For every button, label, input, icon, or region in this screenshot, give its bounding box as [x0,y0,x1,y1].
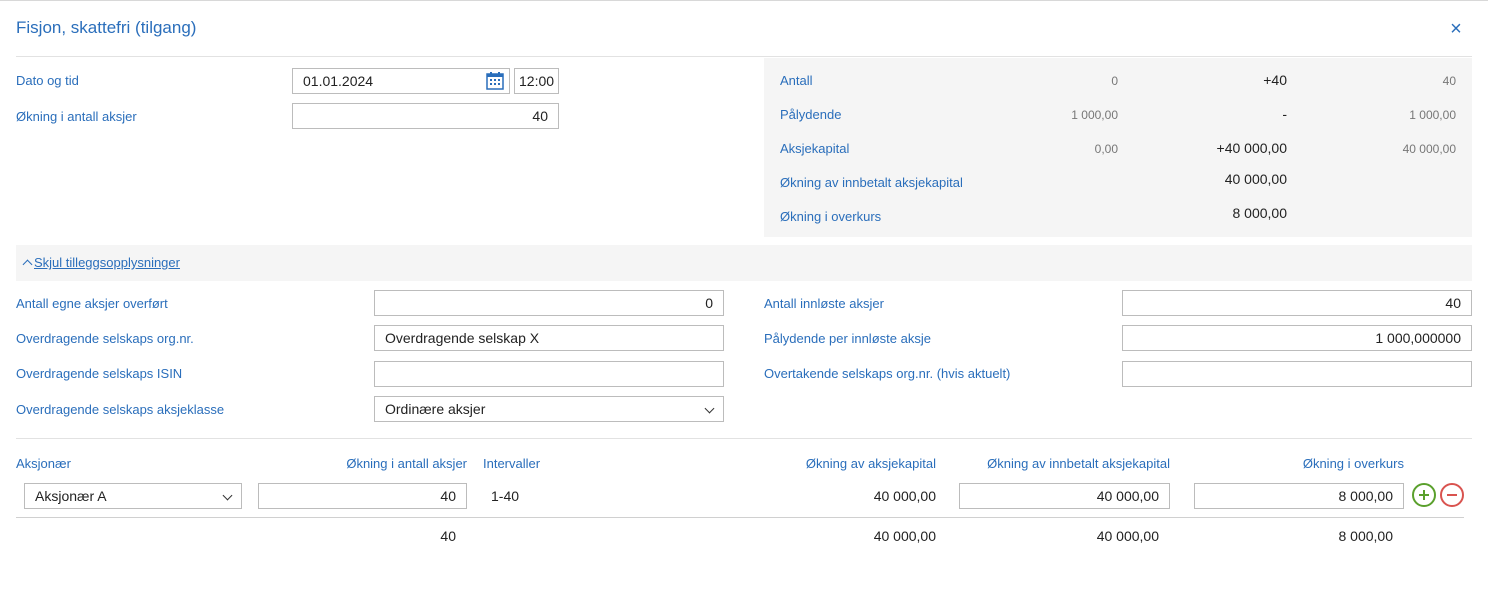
total-paid-in: 40 000,00 [1096,528,1159,544]
summary-after-aksjekapital: 40 000,00 [1402,142,1456,156]
transferor-org-input[interactable]: Overdragende selskap X [374,325,724,351]
time-input[interactable]: 12:00 [514,68,559,94]
totals-divider [16,517,1464,518]
summary-before-palydende: 1 000,00 [1071,108,1118,122]
holder-increase-value: 40 [440,488,456,504]
holder-select[interactable]: Aksjonær A [24,483,242,509]
col-header-intervals: Intervaller [483,456,541,471]
chevron-down-icon [704,403,715,414]
transferor-isin-input[interactable] [374,361,724,387]
summary-label-overkurs: Økning i overkurs [780,209,882,224]
increase-value: 40 [532,108,548,124]
increase-input[interactable]: 40 [292,103,559,129]
acquirer-org-label: Overtakende selskaps org.nr. (hvis aktue… [764,366,1011,381]
chevron-down-icon [222,490,233,501]
increase-label: Økning i antall aksjer [16,109,137,124]
summary-change-innbetalt: 40 000,00 [1224,171,1287,187]
nominal-redeemed-label: Pålydende per innløste aksje [764,331,931,346]
transferor-class-select[interactable]: Ordinære aksjer [374,396,724,422]
col-header-capital: Økning av aksjekapital [805,456,936,471]
redeemed-input[interactable]: 40 [1122,290,1472,316]
total-increase: 40 [440,528,456,544]
own-shares-input[interactable]: 0 [374,290,724,316]
own-shares-label: Antall egne aksjer overført [16,296,168,311]
date-label: Dato og tid [16,73,79,88]
transferor-class-value: Ordinære aksjer [385,401,486,417]
transferor-class-label: Overdragende selskaps aksjeklasse [16,402,225,417]
top-border [0,0,1488,1]
summary-label-aksjekapital: Aksjekapital [780,141,850,156]
col-header-holder: Aksjonær [16,456,71,471]
summary-label-antall: Antall [780,73,813,88]
calendar-icon[interactable] [485,71,505,91]
summary-change-palydende: - [1282,106,1287,122]
summary-change-aksjekapital: +40 000,00 [1216,140,1287,156]
nominal-redeemed-input[interactable]: 1 000,000000 [1122,325,1472,351]
redeemed-label: Antall innløste aksjer [764,296,884,311]
summary-after-palydende: 1 000,00 [1409,108,1456,122]
transferor-isin-label: Overdragende selskaps ISIN [16,366,183,381]
header-divider [16,56,1472,57]
col-header-paid-in: Økning av innbetalt aksjekapital [987,456,1170,471]
plus-circle-icon[interactable] [1412,483,1436,507]
redeemed-value: 40 [1445,295,1461,311]
own-shares-value: 0 [705,295,713,311]
holder-intervals: 1-40 [491,488,520,504]
extra-info-toggle-bar [16,245,1472,281]
transferor-org-value: Overdragende selskap X [385,330,540,346]
summary-change-overkurs: 8 000,00 [1232,205,1288,221]
hide-extra-info-label: Skjul tilleggsopplysninger [34,255,180,270]
col-header-premium: Økning i overkurs [1302,456,1404,471]
hide-extra-info-link[interactable]: Skjul tilleggsopplysninger [22,255,180,270]
col-header-increase: Økning i antall aksjer [346,456,467,471]
nominal-redeemed-value: 1 000,000000 [1375,330,1461,346]
holder-premium-input[interactable]: 8 000,00 [1194,483,1404,509]
time-value: 12:00 [519,73,555,89]
date-value: 01.01.2024 [303,73,374,89]
summary-change-antall: +40 [1263,72,1287,88]
summary-before-aksjekapital: 0,00 [1094,142,1118,156]
chevron-up-icon [22,259,33,270]
total-premium: 8 000,00 [1338,528,1394,544]
holder-capital: 40 000,00 [873,488,936,504]
holder-paid-in-value: 40 000,00 [1096,488,1159,504]
acquirer-org-input[interactable] [1122,361,1472,387]
close-icon[interactable]: × [1446,18,1466,40]
total-capital: 40 000,00 [873,528,936,544]
summary-after-antall: 40 [1442,74,1456,88]
holder-paid-in-input[interactable]: 40 000,00 [959,483,1170,509]
summary-label-innbetalt: Økning av innbetalt aksjekapital [780,175,963,190]
minus-circle-icon[interactable] [1440,483,1464,507]
summary-label-palydende: Pålydende [780,107,842,122]
holder-premium-value: 8 000,00 [1338,488,1394,504]
dialog-title: Fisjon, skattefri (tilgang) [16,18,197,37]
date-input[interactable]: 01.01.2024 [292,68,510,94]
holder-value: Aksjonær A [35,488,107,504]
holder-increase-input[interactable]: 40 [258,483,467,509]
transferor-org-label: Overdragende selskaps org.nr. [16,331,194,346]
section-divider [16,438,1472,439]
summary-before-antall: 0 [1111,74,1118,88]
